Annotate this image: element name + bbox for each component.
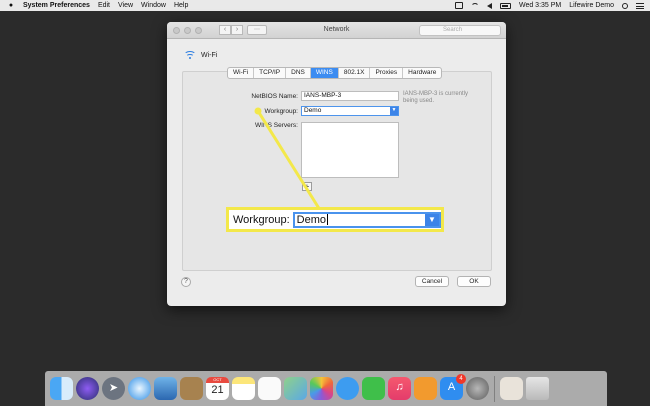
app-store-icon[interactable]: A 4 [440, 374, 466, 400]
app-store-badge: 4 [456, 374, 466, 384]
callout-line [256, 110, 322, 211]
messages-icon[interactable] [336, 377, 359, 400]
dock: ➤ OCT 21 ♫ A 4 [45, 371, 607, 406]
chevron-down-icon: ▼ [425, 213, 439, 226]
callout-workgroup-combo: Demo ▼ [292, 211, 441, 228]
music-icon[interactable]: ♫ [388, 377, 411, 400]
siri-icon[interactable] [76, 377, 99, 400]
calendar-icon[interactable]: OCT 21 [206, 377, 229, 400]
books-icon[interactable] [414, 377, 437, 400]
safari-icon[interactable] [128, 377, 151, 400]
text-cursor [327, 214, 328, 226]
launchpad-icon[interactable]: ➤ [102, 377, 125, 400]
finder-icon[interactable] [50, 377, 73, 400]
callout-pointer [254, 107, 322, 211]
photo-stamp-icon[interactable] [154, 377, 177, 400]
workgroup-callout: Workgroup: Demo ▼ [226, 207, 444, 232]
trash-icon[interactable] [526, 377, 549, 400]
reminders-icon[interactable] [258, 377, 281, 400]
calendar-month: OCT [206, 377, 229, 383]
calendar-day: 21 [211, 384, 224, 396]
facetime-icon[interactable] [362, 377, 385, 400]
downloads-stack-icon[interactable] [500, 377, 523, 400]
contacts-icon[interactable] [180, 377, 203, 400]
photos-icon[interactable] [310, 377, 333, 400]
system-preferences-icon[interactable] [466, 377, 489, 400]
dock-separator [494, 375, 495, 402]
callout-value: Demo [296, 213, 326, 226]
notes-icon[interactable] [232, 377, 255, 400]
callout-dot [254, 107, 262, 115]
callout-label: Workgroup: [233, 213, 290, 226]
maps-icon[interactable] [284, 377, 307, 400]
